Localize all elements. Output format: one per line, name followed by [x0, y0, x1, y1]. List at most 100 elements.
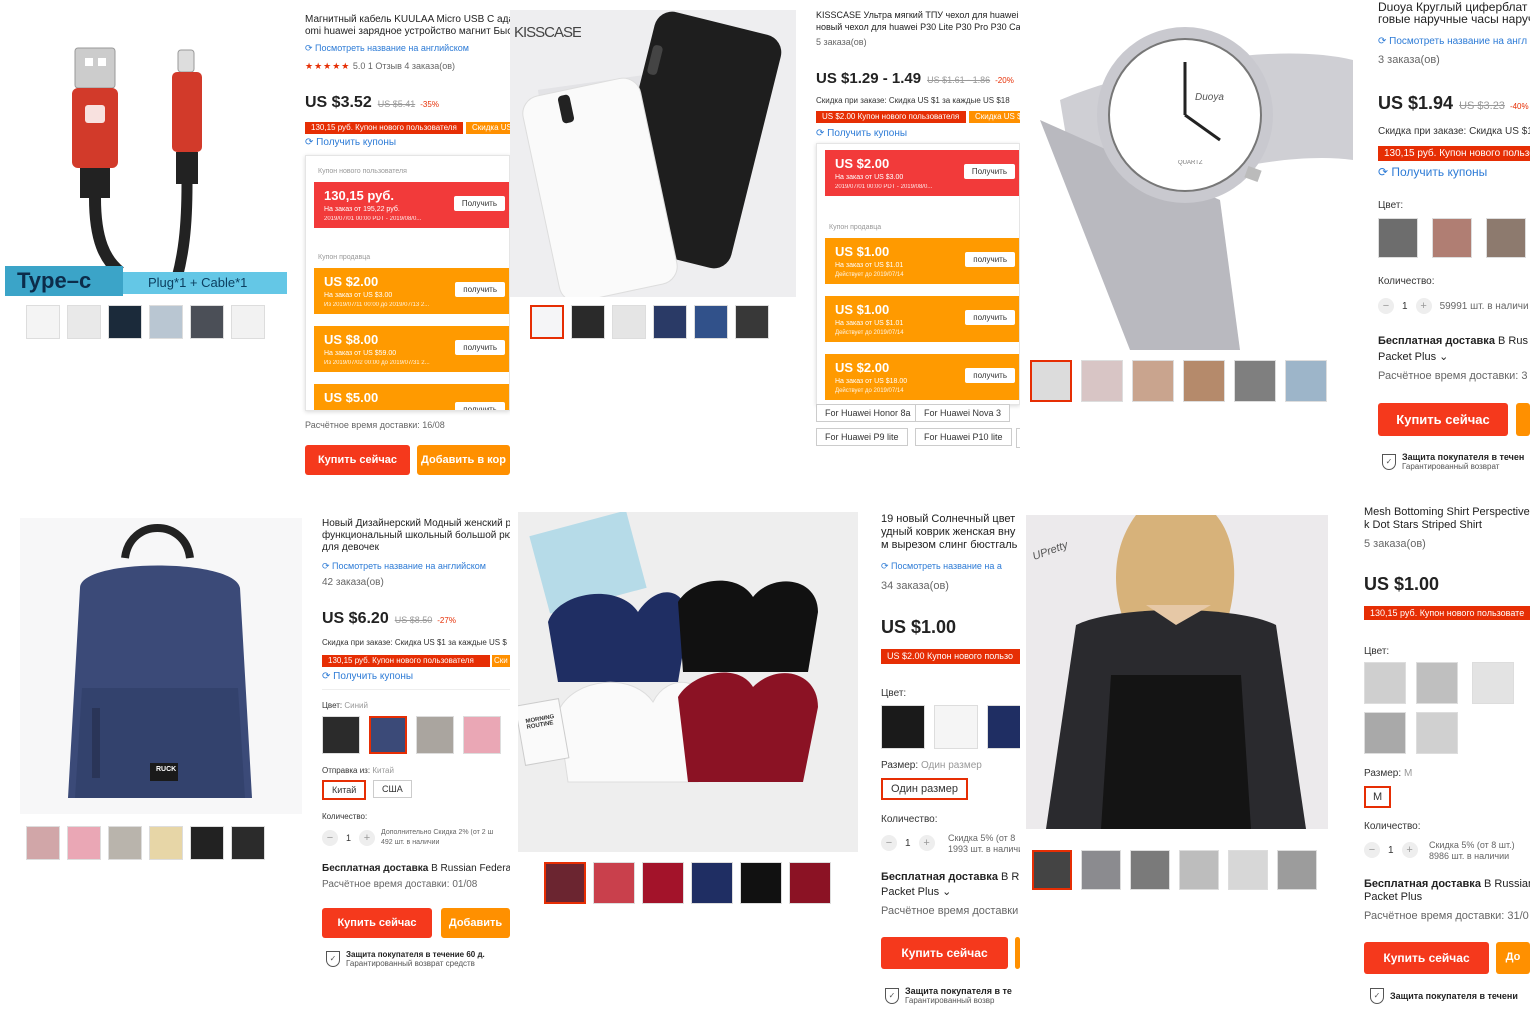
thumbnail[interactable]	[642, 862, 684, 904]
new-user-coupon-bar[interactable]: US $2.00 Купон нового пользо	[881, 649, 1020, 664]
product-image-watch[interactable]: Duoya QUARTZ	[1020, 0, 1353, 350]
orders-count[interactable]: 34 заказа(ов)	[881, 580, 949, 592]
get-coupon-button[interactable]: получить	[455, 402, 505, 410]
minus-icon[interactable]: −	[881, 835, 897, 851]
reviews-orders[interactable]: 1 Отзыв 4 заказа(ов)	[368, 61, 455, 71]
new-user-coupon-bar[interactable]: 130,15 руб. Купон нового пользователя	[322, 655, 490, 667]
seller-discount-bar[interactable]: Ски	[492, 655, 510, 667]
get-coupon-button[interactable]: получить	[455, 282, 505, 297]
get-coupons-link[interactable]: Получить купоны	[322, 671, 413, 682]
thumbnail[interactable]	[1132, 360, 1174, 402]
thumbnail[interactable]	[26, 826, 60, 860]
color-swatch[interactable]	[1416, 712, 1458, 754]
translate-link[interactable]: Посмотреть название на а	[881, 561, 1002, 572]
product-image-bralette[interactable]: MORNING ROUTINE	[518, 512, 858, 852]
color-swatch[interactable]	[1486, 218, 1526, 258]
thumbnail[interactable]	[789, 862, 831, 904]
add-to-cart-button[interactable]: До	[1496, 942, 1530, 974]
model-option[interactable]: For Huawei Nova 3	[915, 404, 1011, 422]
thumbnail[interactable]	[593, 862, 635, 904]
thumbnail[interactable]	[149, 826, 183, 860]
thumbnail[interactable]	[1081, 360, 1123, 402]
plus-icon[interactable]: +	[1415, 298, 1432, 314]
shipping-destination[interactable]: В Russian Federati	[431, 863, 510, 874]
new-user-coupon-bar[interactable]: 130,15 руб. Купон нового пользовате	[1364, 606, 1530, 620]
thumbnail[interactable]	[1277, 850, 1317, 890]
quantity-value[interactable]: 1	[1388, 845, 1394, 856]
thumbnail[interactable]	[190, 826, 224, 860]
thumbnail[interactable]	[1030, 360, 1072, 402]
thumbnail[interactable]	[544, 862, 586, 904]
color-swatch[interactable]	[1432, 218, 1472, 258]
seller-discount-bar[interactable]: Скидка US $	[466, 122, 510, 134]
color-swatch[interactable]	[463, 716, 501, 754]
shipping-method[interactable]: Packet Plus	[1364, 891, 1422, 903]
thumbnail[interactable]	[740, 862, 782, 904]
ship-from-option-china[interactable]: Китай	[322, 780, 367, 800]
thumbnail[interactable]	[26, 305, 60, 339]
quantity-value[interactable]: 1	[346, 833, 351, 843]
minus-icon[interactable]: −	[322, 830, 338, 846]
thumbnail[interactable]	[1032, 850, 1072, 890]
thumbnail[interactable]	[1179, 850, 1219, 890]
add-to-cart-button[interactable]: Добавить в кор	[417, 445, 510, 475]
translate-link[interactable]: Посмотреть название на англ	[1378, 36, 1527, 47]
ship-from-option-usa[interactable]: США	[373, 780, 412, 798]
minus-icon[interactable]: −	[1378, 298, 1394, 314]
quantity-stepper[interactable]: − 1 +	[1364, 842, 1418, 858]
thumbnail[interactable]	[530, 305, 564, 339]
thumbnail[interactable]	[67, 305, 101, 339]
get-coupon-button[interactable]: получить	[965, 252, 1015, 267]
new-user-coupon-bar[interactable]: 130,15 руб. Купон нового пользователя	[305, 122, 463, 134]
buy-now-button[interactable]: Купить сейчас	[881, 937, 1008, 969]
thumbnail[interactable]	[612, 305, 646, 339]
model-option[interactable]: For Huawei P9 lite	[816, 428, 908, 446]
thumbnail[interactable]	[231, 826, 265, 860]
thumbnail[interactable]	[108, 305, 142, 339]
minus-icon[interactable]: −	[1364, 842, 1380, 858]
thumbnail[interactable]	[1285, 360, 1327, 402]
thumbnail[interactable]	[1081, 850, 1121, 890]
product-image-cable[interactable]: Type–c Plug*1 + Cable*1	[5, 10, 297, 300]
product-image-meshshirt[interactable]: UPretty	[1026, 515, 1328, 829]
get-coupon-button[interactable]: Получить	[963, 164, 1015, 179]
thumbnail[interactable]	[1130, 850, 1170, 890]
color-swatch[interactable]	[1378, 218, 1418, 258]
quantity-value[interactable]: 1	[1402, 301, 1408, 312]
color-swatch[interactable]	[1472, 662, 1514, 704]
get-coupon-button[interactable]: получить	[455, 340, 505, 355]
color-swatch-selected[interactable]	[369, 716, 407, 754]
thumbnail[interactable]	[735, 305, 769, 339]
buy-now-button[interactable]: Купить сейчас	[322, 908, 432, 938]
plus-icon[interactable]: +	[918, 835, 935, 851]
shipping-method[interactable]: Packet Plus ⌄	[881, 885, 951, 898]
new-user-coupon-bar[interactable]: US $2.00 Купон нового пользователя	[816, 111, 966, 123]
size-option[interactable]: Один размер	[881, 778, 968, 800]
thumbnail[interactable]	[108, 826, 142, 860]
translate-link[interactable]: Посмотреть название на английском	[305, 43, 469, 54]
color-swatch[interactable]	[934, 705, 978, 749]
seller-discount-bar[interactable]: Скидка US $	[969, 111, 1020, 123]
translate-link[interactable]: Посмотреть название на английском	[322, 561, 486, 572]
color-swatch[interactable]	[987, 705, 1020, 749]
shipping-destination[interactable]: В Russian	[1484, 878, 1530, 890]
buy-now-button[interactable]: Купить сейчас	[1378, 403, 1508, 436]
thumbnail[interactable]	[67, 826, 101, 860]
buy-now-button[interactable]: Купить сейчас	[1364, 942, 1489, 974]
quantity-stepper[interactable]: − 1 +	[881, 835, 935, 851]
add-to-cart-button[interactable]: Добавить	[441, 908, 510, 938]
shipping-destination[interactable]: В Rus	[1498, 335, 1528, 347]
thumbnail[interactable]	[1234, 360, 1276, 402]
get-coupon-button[interactable]: получить	[965, 310, 1015, 325]
plus-icon[interactable]: +	[359, 830, 376, 846]
thumbnail[interactable]	[190, 305, 224, 339]
shipping-destination[interactable]: В Ru	[1001, 871, 1020, 883]
thumbnail[interactable]	[1183, 360, 1225, 402]
thumbnail[interactable]	[1228, 850, 1268, 890]
orders-count[interactable]: 5 заказа(ов)	[816, 37, 867, 47]
color-swatch[interactable]	[322, 716, 360, 754]
new-user-coupon-bar[interactable]: 130,15 руб. Купон нового пользо	[1378, 146, 1530, 161]
get-coupons-link[interactable]: Получить купоны	[305, 137, 396, 148]
model-option[interactable]: For Huawei P10 lite	[915, 428, 1012, 446]
thumbnail[interactable]	[231, 305, 265, 339]
